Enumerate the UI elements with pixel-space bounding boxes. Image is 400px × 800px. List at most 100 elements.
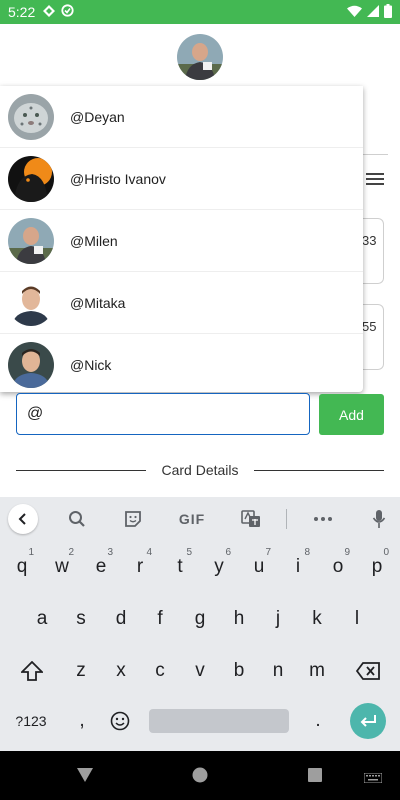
add-button[interactable]: Add xyxy=(319,394,384,435)
key-t[interactable]: t5 xyxy=(160,547,200,587)
key-h[interactable]: h xyxy=(219,599,259,639)
key-hint: 7 xyxy=(265,547,271,558)
mention-suggestion-item[interactable]: @Nick xyxy=(0,334,363,392)
more-icon[interactable] xyxy=(308,504,338,534)
key-c[interactable]: c xyxy=(140,651,180,691)
gif-button[interactable]: GIF xyxy=(172,504,212,534)
key-row: a s d f g h j k l xyxy=(0,599,400,639)
mention-suggestion-item[interactable]: @Mitaka xyxy=(0,272,363,334)
key-y[interactable]: y6 xyxy=(199,547,239,587)
key-label: t xyxy=(177,556,183,577)
avatar xyxy=(8,279,54,326)
key-v[interactable]: v xyxy=(180,651,220,691)
key-w[interactable]: w2 xyxy=(42,547,82,587)
recents-nav-icon[interactable] xyxy=(307,767,323,788)
keyboard-switch-icon[interactable] xyxy=(363,770,383,788)
backspace-icon xyxy=(356,662,380,680)
key-label: o xyxy=(332,556,344,577)
chevron-left-icon[interactable] xyxy=(8,504,38,534)
enter-icon xyxy=(360,715,376,727)
card-item[interactable]: 55 xyxy=(360,304,384,370)
key-j[interactable]: j xyxy=(258,599,298,639)
mention-suggestion-item[interactable]: @Hristo Ivanov xyxy=(0,148,363,210)
avatar xyxy=(8,93,54,140)
shift-key[interactable] xyxy=(12,651,52,691)
key-r[interactable]: r4 xyxy=(120,547,160,587)
key-q[interactable]: q1 xyxy=(2,547,42,587)
key-label: p xyxy=(371,556,383,577)
mention-label: @Milen xyxy=(70,232,118,249)
mention-suggestion-item[interactable]: @Milen xyxy=(0,210,363,272)
card-partial-text: 33 xyxy=(362,233,377,248)
card-partial-text: 55 xyxy=(362,319,377,334)
key-m[interactable]: m xyxy=(297,651,337,691)
divider-line xyxy=(16,470,146,471)
key-hint: 2 xyxy=(68,547,74,558)
key-l[interactable]: l xyxy=(337,599,377,639)
key-label: q xyxy=(16,556,28,577)
card-item[interactable]: 33 xyxy=(360,218,384,284)
key-n[interactable]: n xyxy=(258,651,298,691)
card-details-divider: Card Details xyxy=(16,460,384,480)
key-label: w xyxy=(55,556,69,577)
period-key[interactable]: . xyxy=(298,701,338,741)
key-hint: 0 xyxy=(383,547,389,558)
key-row: q1 w2 e3 r4 t5 y6 u7 i8 o9 p0 xyxy=(0,547,400,587)
key-z[interactable]: z xyxy=(61,651,101,691)
key-e[interactable]: e3 xyxy=(81,547,121,587)
mention-suggestion-item[interactable]: @Deyan xyxy=(0,86,363,148)
mention-label: @Deyan xyxy=(70,108,125,125)
key-x[interactable]: x xyxy=(101,651,141,691)
home-nav-icon[interactable] xyxy=(192,767,208,788)
key-b[interactable]: b xyxy=(219,651,259,691)
app-header xyxy=(0,24,400,92)
key-hint: 6 xyxy=(225,547,231,558)
space-key[interactable] xyxy=(149,709,289,733)
key-s[interactable]: s xyxy=(61,599,101,639)
signal-icon xyxy=(367,4,379,20)
comma-key[interactable]: , xyxy=(62,701,102,741)
key-p[interactable]: p0 xyxy=(357,547,397,587)
key-o[interactable]: o9 xyxy=(318,547,358,587)
microphone-icon[interactable] xyxy=(365,504,393,534)
key-f[interactable]: f xyxy=(140,599,180,639)
user-avatar[interactable] xyxy=(177,34,223,80)
section-title: Card Details xyxy=(161,462,239,478)
emoji-icon xyxy=(110,711,130,731)
emoji-key[interactable] xyxy=(100,701,140,741)
divider-line xyxy=(362,154,388,155)
key-hint: 5 xyxy=(186,547,192,558)
toolbar-separator xyxy=(286,509,287,529)
mention-label: @Hristo Ivanov xyxy=(70,170,166,187)
symbols-key[interactable]: ?123 xyxy=(8,701,54,741)
key-k[interactable]: k xyxy=(297,599,337,639)
key-d[interactable]: d xyxy=(101,599,141,639)
avatar xyxy=(8,217,54,264)
search-icon[interactable] xyxy=(62,504,92,534)
avatar xyxy=(8,155,54,202)
shift-icon xyxy=(21,661,43,681)
key-u[interactable]: u7 xyxy=(239,547,279,587)
key-g[interactable]: g xyxy=(180,599,220,639)
key-row: z x c v b n m xyxy=(0,651,400,691)
translate-icon[interactable] xyxy=(236,504,266,534)
back-nav-icon[interactable] xyxy=(76,767,94,788)
sync-icon xyxy=(61,4,74,20)
key-a[interactable]: a xyxy=(22,599,62,639)
mention-suggestions-dropdown: @Deyan @Hristo Ivanov @Milen @Mitaka @Ni… xyxy=(0,86,363,392)
key-hint: 1 xyxy=(28,547,34,558)
menu-icon[interactable] xyxy=(364,170,386,188)
status-time: 5:22 xyxy=(8,4,36,20)
key-label: u xyxy=(253,556,265,577)
battery-icon xyxy=(384,3,392,21)
keyboard-toolbar: GIF xyxy=(0,497,400,541)
mention-input[interactable] xyxy=(16,393,310,435)
enter-key[interactable] xyxy=(350,703,386,739)
key-hint: 3 xyxy=(107,547,113,558)
key-label: i xyxy=(295,556,301,577)
system-navigation-bar xyxy=(0,751,400,800)
key-i[interactable]: i8 xyxy=(278,547,318,587)
sticker-icon[interactable] xyxy=(118,504,148,534)
backspace-key[interactable] xyxy=(348,651,388,691)
status-bar: 5:22 xyxy=(0,0,400,24)
